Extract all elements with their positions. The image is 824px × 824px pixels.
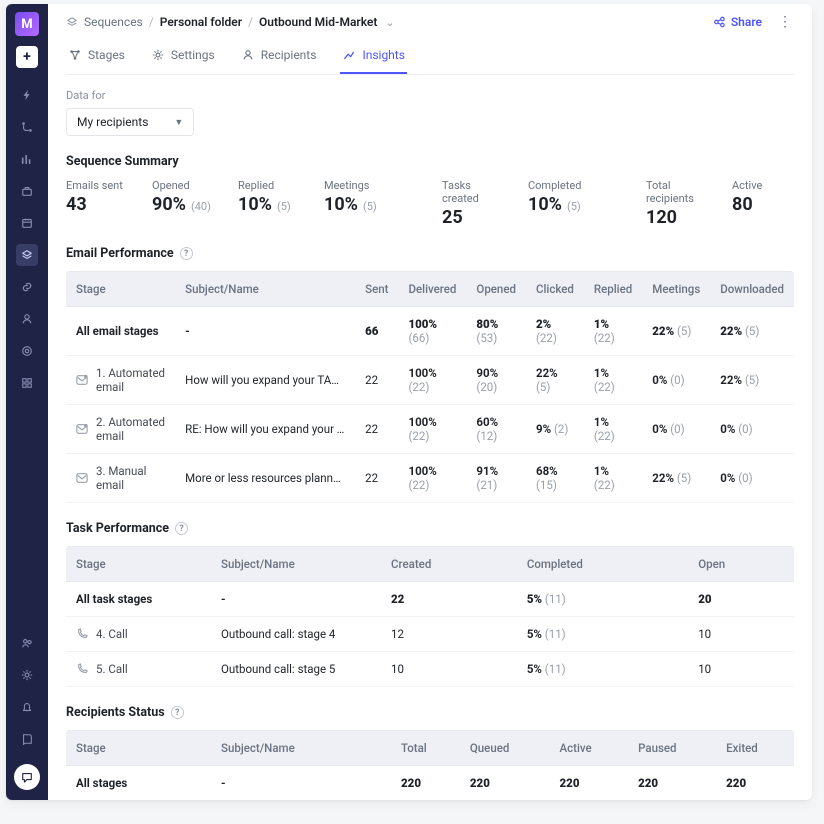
mail-auto-icon bbox=[76, 374, 88, 386]
stages-icon bbox=[68, 48, 82, 62]
column-header: Clicked bbox=[526, 271, 584, 307]
summary-metric: Active 80 bbox=[732, 179, 794, 215]
nav-calendar[interactable] bbox=[16, 212, 38, 234]
nav-gear[interactable] bbox=[16, 664, 38, 686]
nav-target[interactable] bbox=[16, 340, 38, 362]
help-icon[interactable]: ? bbox=[175, 522, 188, 535]
header-actions: Share ⋮ bbox=[713, 14, 794, 30]
crumb-sequence[interactable]: Outbound Mid-Market bbox=[259, 15, 377, 29]
tab-stages[interactable]: Stages bbox=[66, 40, 127, 74]
settings-icon bbox=[151, 48, 165, 62]
table-row[interactable]: 4. Call Outbound call: stage 4 12 5% (11… bbox=[66, 617, 794, 652]
data-for-select[interactable]: My recipients ▼ bbox=[66, 108, 194, 136]
share-icon bbox=[713, 16, 725, 28]
recipients-status-table: StageSubject/NameTotalQueuedActivePaused… bbox=[66, 730, 794, 800]
summary-metric: Tasks created 25 bbox=[442, 179, 504, 228]
tab-settings[interactable]: Settings bbox=[149, 40, 217, 74]
breadcrumb: Sequences / Personal folder / Outbound M… bbox=[66, 15, 395, 29]
table-row[interactable]: 2. Automated email RE: How will you expa… bbox=[66, 405, 794, 454]
call-icon bbox=[76, 663, 88, 675]
support-chat-button[interactable] bbox=[14, 764, 40, 790]
column-header: Total bbox=[391, 730, 460, 766]
nav-sequences[interactable] bbox=[16, 244, 38, 266]
page-header: Sequences / Personal folder / Outbound M… bbox=[48, 4, 812, 75]
table-row-total: All email stages - 66 100% (66)80% (53)2… bbox=[66, 307, 794, 356]
page-content: Data for My recipients ▼ Sequence Summar… bbox=[48, 75, 812, 800]
main-panel: Sequences / Personal folder / Outbound M… bbox=[48, 4, 812, 800]
column-header: Stage bbox=[66, 546, 211, 582]
chevron-down-icon[interactable]: ⌄ bbox=[385, 16, 394, 29]
tab-recipients[interactable]: Recipients bbox=[239, 40, 319, 74]
nav-briefcase[interactable] bbox=[16, 180, 38, 202]
table-row[interactable]: 5. Call Outbound call: stage 5 10 5% (11… bbox=[66, 652, 794, 687]
summary-metric: Replied 10%(5) bbox=[238, 179, 300, 215]
column-header: Completed bbox=[517, 546, 688, 582]
tab-bar: Stages Settings Recipients Insights bbox=[66, 40, 794, 75]
column-header: Queued bbox=[460, 730, 550, 766]
chevron-down-icon: ▼ bbox=[174, 117, 183, 128]
nav-bolt[interactable] bbox=[16, 84, 38, 106]
app-logo[interactable]: M bbox=[15, 12, 39, 36]
mail-icon bbox=[76, 472, 88, 484]
task-performance-table: StageSubject/NameCreatedCompletedOpenAll… bbox=[66, 546, 794, 687]
nav-book[interactable] bbox=[16, 728, 38, 750]
section-title-summary: Sequence Summary bbox=[66, 154, 794, 169]
column-header: Opened bbox=[466, 271, 526, 307]
mail-auto-icon bbox=[76, 423, 88, 435]
column-header: Exited bbox=[716, 730, 794, 766]
column-header: Subject/Name bbox=[211, 730, 391, 766]
column-header: Open bbox=[688, 546, 794, 582]
help-icon[interactable]: ? bbox=[180, 247, 193, 260]
summary-metric: Completed 10%(5) bbox=[528, 179, 590, 215]
column-header: Sent bbox=[355, 271, 398, 307]
data-for-label: Data for bbox=[66, 89, 794, 102]
column-header: Meetings bbox=[642, 271, 710, 307]
recipients-icon bbox=[241, 48, 255, 62]
column-header: Delivered bbox=[398, 271, 466, 307]
nav-bar-chart[interactable] bbox=[16, 148, 38, 170]
column-header: Stage bbox=[66, 730, 211, 766]
summary-metric: Meetings 10%(5) bbox=[324, 179, 386, 215]
column-header: Subject/Name bbox=[175, 271, 355, 307]
call-icon bbox=[76, 628, 88, 640]
column-header: Subject/Name bbox=[211, 546, 381, 582]
more-actions-button[interactable]: ⋮ bbox=[776, 14, 794, 30]
nav-bell[interactable] bbox=[16, 696, 38, 718]
section-title-task-performance: Task Performance ? bbox=[66, 521, 794, 536]
layers-icon bbox=[66, 16, 78, 28]
column-header: Created bbox=[381, 546, 517, 582]
table-row[interactable]: 1. Automated email How will you expand y… bbox=[66, 356, 794, 405]
column-header: Replied bbox=[584, 271, 642, 307]
global-sidebar: M + bbox=[6, 4, 48, 800]
nav-grid[interactable] bbox=[16, 372, 38, 394]
summary-metric: Emails sent 43 bbox=[66, 179, 128, 215]
tab-insights[interactable]: Insights bbox=[340, 40, 406, 74]
table-row-total: All task stages - 22 5% (11) 20 bbox=[66, 582, 794, 617]
help-icon[interactable]: ? bbox=[171, 706, 184, 719]
crumb-folder[interactable]: Personal folder bbox=[160, 15, 242, 29]
crumb-sequences[interactable]: Sequences bbox=[84, 15, 143, 29]
app-shell: M + Sequences / Personal folder / Outbou… bbox=[6, 4, 812, 800]
nav-person[interactable] bbox=[16, 308, 38, 330]
column-header: Active bbox=[550, 730, 629, 766]
compose-button[interactable]: + bbox=[16, 46, 38, 68]
insights-icon bbox=[342, 48, 356, 62]
email-performance-table: StageSubject/NameSentDeliveredOpenedClic… bbox=[66, 271, 794, 503]
share-button[interactable]: Share bbox=[713, 15, 762, 29]
column-header: Stage bbox=[66, 271, 175, 307]
table-row[interactable]: 3. Manual email More or less resources p… bbox=[66, 454, 794, 503]
section-title-email-performance: Email Performance ? bbox=[66, 246, 794, 261]
section-title-recipients-status: Recipients Status ? bbox=[66, 705, 794, 720]
summary-metrics: Emails sent 43 Opened 90%(40) Replied 10%(… bbox=[66, 179, 794, 228]
column-header: Paused bbox=[628, 730, 716, 766]
table-row-total: All stages- 220220220220220 bbox=[66, 766, 794, 800]
summary-metric: Opened 90%(40) bbox=[152, 179, 214, 215]
summary-metric: Total recipients 120 bbox=[646, 179, 708, 228]
nav-people[interactable] bbox=[16, 632, 38, 654]
column-header: Downloaded bbox=[710, 271, 794, 307]
nav-flow[interactable] bbox=[16, 116, 38, 138]
nav-link[interactable] bbox=[16, 276, 38, 298]
